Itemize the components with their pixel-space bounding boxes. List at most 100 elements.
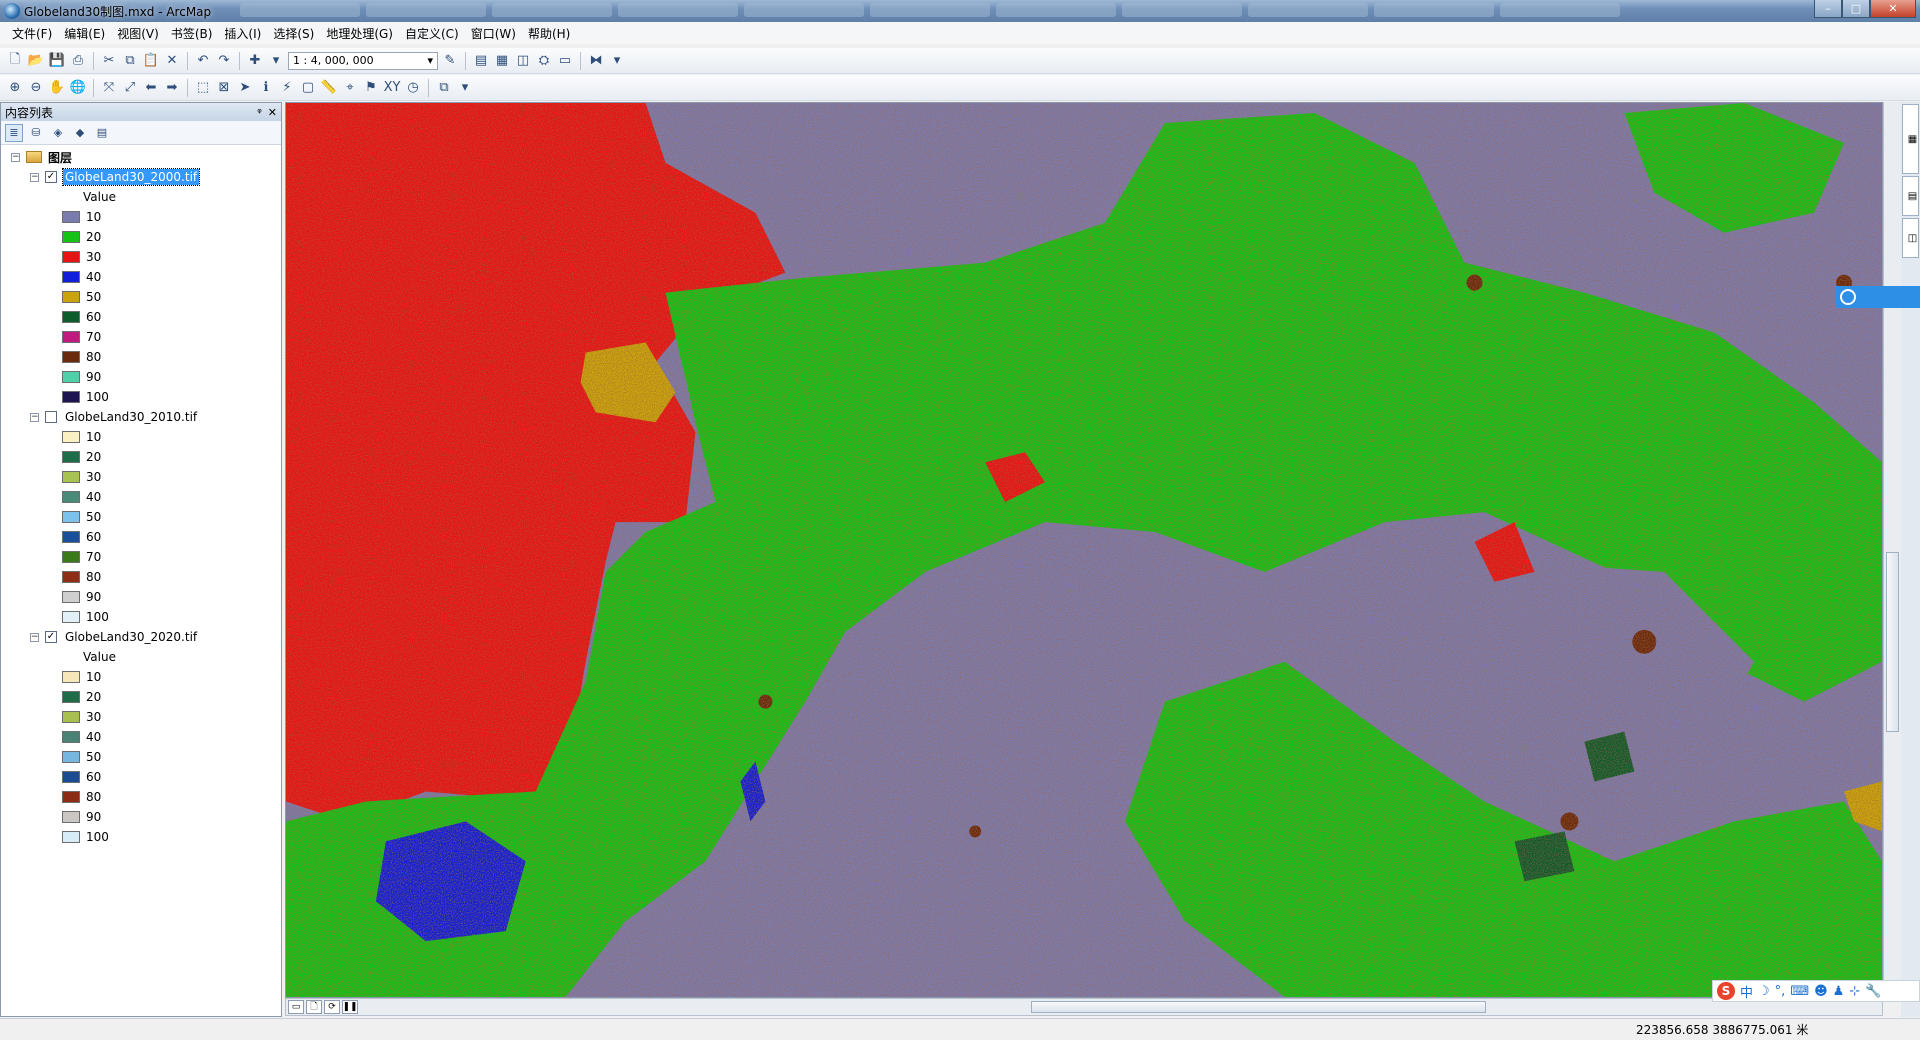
- refresh-icon[interactable]: ⟳: [324, 1000, 340, 1014]
- new-document-icon[interactable]: 🗋: [6, 52, 24, 70]
- legend-item[interactable]: 20: [1, 227, 281, 247]
- layer-row-2020[interactable]: − ✓ GlobeLand30_2020.tif: [1, 627, 281, 647]
- modelbuilder-icon[interactable]: ⧓: [587, 52, 605, 70]
- menu-selection[interactable]: 选择(S): [267, 25, 320, 42]
- legend-swatch[interactable]: [62, 391, 80, 403]
- legend-item[interactable]: 20: [1, 447, 281, 467]
- editor-toolbar-icon[interactable]: ✎: [441, 52, 459, 70]
- menu-view[interactable]: 视图(V): [111, 25, 165, 42]
- legend-item[interactable]: 10: [1, 667, 281, 687]
- menu-insert[interactable]: 插入(I): [218, 25, 267, 42]
- legend-swatch[interactable]: [62, 731, 80, 743]
- layer-visibility-checkbox[interactable]: ✓: [45, 631, 57, 643]
- zoom-in-icon[interactable]: ⊕: [6, 79, 24, 97]
- copy-icon[interactable]: ⧉: [121, 52, 139, 70]
- legend-item[interactable]: 60: [1, 527, 281, 547]
- time-slider-icon[interactable]: ◷: [404, 79, 422, 97]
- scrollbar-thumb[interactable]: [1031, 1001, 1486, 1013]
- legend-item[interactable]: 100: [1, 827, 281, 847]
- legend-swatch[interactable]: [62, 331, 80, 343]
- collapse-icon[interactable]: −: [30, 172, 39, 182]
- clear-selection-icon[interactable]: ⊠: [215, 79, 233, 97]
- menu-geoprocessing[interactable]: 地理处理(G): [320, 25, 399, 42]
- legend-swatch[interactable]: [62, 471, 80, 483]
- redo-icon[interactable]: ↷: [215, 52, 233, 70]
- menu-file[interactable]: 文件(F): [6, 25, 58, 42]
- legend-swatch[interactable]: [62, 431, 80, 443]
- legend-item[interactable]: 70: [1, 547, 281, 567]
- legend-swatch[interactable]: [62, 791, 80, 803]
- legend-swatch[interactable]: [62, 451, 80, 463]
- legend-item[interactable]: 30: [1, 467, 281, 487]
- python-window-icon[interactable]: ▭: [556, 52, 574, 70]
- legend-item[interactable]: 30: [1, 247, 281, 267]
- full-extent-globe-icon[interactable]: 🌐: [69, 79, 87, 97]
- table-of-contents-icon[interactable]: ▤: [472, 52, 490, 70]
- menu-help[interactable]: 帮助(H): [522, 25, 576, 42]
- legend-item[interactable]: 100: [1, 607, 281, 627]
- close-button[interactable]: ✕: [1870, 0, 1916, 18]
- pause-drawing-icon[interactable]: ❚❚: [342, 1000, 358, 1014]
- toc-options-icon[interactable]: ▤: [93, 124, 111, 142]
- legend-item[interactable]: 60: [1, 307, 281, 327]
- paste-icon[interactable]: 📋: [142, 52, 160, 70]
- legend-item[interactable]: 80: [1, 567, 281, 587]
- identify-icon[interactable]: ℹ: [257, 79, 275, 97]
- create-viewer-window-icon[interactable]: ⧉: [435, 79, 453, 97]
- legend-swatch[interactable]: [62, 511, 80, 523]
- legend-swatch[interactable]: [62, 211, 80, 223]
- print-icon[interactable]: ⎙: [69, 52, 87, 70]
- legend-swatch[interactable]: [62, 311, 80, 323]
- undo-icon[interactable]: ↶: [194, 52, 212, 70]
- legend-swatch[interactable]: [62, 231, 80, 243]
- toolbar-options-icon[interactable]: ▾: [608, 52, 626, 70]
- cut-icon[interactable]: ✂: [100, 52, 118, 70]
- legend-swatch[interactable]: [62, 831, 80, 843]
- search-window-icon[interactable]: ◫: [514, 52, 532, 70]
- legend-swatch[interactable]: [62, 291, 80, 303]
- fixed-zoom-in-icon[interactable]: ⤧: [100, 79, 118, 97]
- legend-swatch[interactable]: [62, 811, 80, 823]
- legend-swatch[interactable]: [62, 591, 80, 603]
- legend-item[interactable]: 50: [1, 287, 281, 307]
- chevron-down-icon[interactable]: ▾: [427, 54, 433, 67]
- layer-name[interactable]: GlobeLand30_2000.tif: [61, 168, 201, 186]
- add-data-icon[interactable]: ✚: [246, 52, 264, 70]
- moon-icon[interactable]: ☽: [1758, 984, 1770, 999]
- maximize-button[interactable]: □: [1842, 0, 1870, 18]
- skin-icon[interactable]: ♟: [1833, 984, 1845, 999]
- legend-swatch[interactable]: [62, 711, 80, 723]
- legend-item[interactable]: 30: [1, 707, 281, 727]
- find-binoculars-icon[interactable]: ⌖: [341, 79, 359, 97]
- pin-icon[interactable]: ᵠ: [257, 106, 262, 119]
- pan-hand-icon[interactable]: ✋: [48, 79, 66, 97]
- data-frame-row[interactable]: − 图层: [1, 147, 281, 167]
- ime-mode[interactable]: 中: [1740, 982, 1753, 1001]
- find-route-icon[interactable]: ⚑: [362, 79, 380, 97]
- punctuation-icon[interactable]: °,: [1775, 984, 1786, 999]
- list-by-visibility-icon[interactable]: ◈: [49, 124, 67, 142]
- delete-icon[interactable]: ✕: [163, 52, 181, 70]
- zoom-out-icon[interactable]: ⊖: [27, 79, 45, 97]
- layer-row-2000[interactable]: − ✓ GlobeLand30_2000.tif: [1, 167, 281, 187]
- menu-customize[interactable]: 自定义(C): [399, 25, 465, 42]
- open-folder-icon[interactable]: 📂: [27, 52, 45, 70]
- user-icon[interactable]: ☻: [1814, 984, 1828, 999]
- legend-swatch[interactable]: [62, 571, 80, 583]
- collapse-icon[interactable]: −: [30, 632, 39, 642]
- create-features-tab[interactable]: ▦: [1902, 104, 1919, 174]
- search-tab[interactable]: ◫: [1902, 218, 1919, 258]
- legend-swatch[interactable]: [62, 771, 80, 783]
- arctoolbox-icon[interactable]: ⛭: [535, 52, 553, 70]
- map-horizontal-scrollbar[interactable]: ▭ 🗋 ⟳ ❚❚: [285, 998, 1883, 1016]
- legend-item[interactable]: 90: [1, 587, 281, 607]
- collapse-icon[interactable]: −: [30, 412, 39, 422]
- measure-icon[interactable]: 📏: [320, 79, 338, 97]
- legend-swatch[interactable]: [62, 751, 80, 763]
- toolbar-options-icon[interactable]: ▾: [456, 79, 474, 97]
- html-popup-icon[interactable]: ▢: [299, 79, 317, 97]
- legend-item[interactable]: 90: [1, 367, 281, 387]
- collapse-icon[interactable]: −: [11, 152, 20, 162]
- legend-swatch[interactable]: [62, 251, 80, 263]
- legend-swatch[interactable]: [62, 551, 80, 563]
